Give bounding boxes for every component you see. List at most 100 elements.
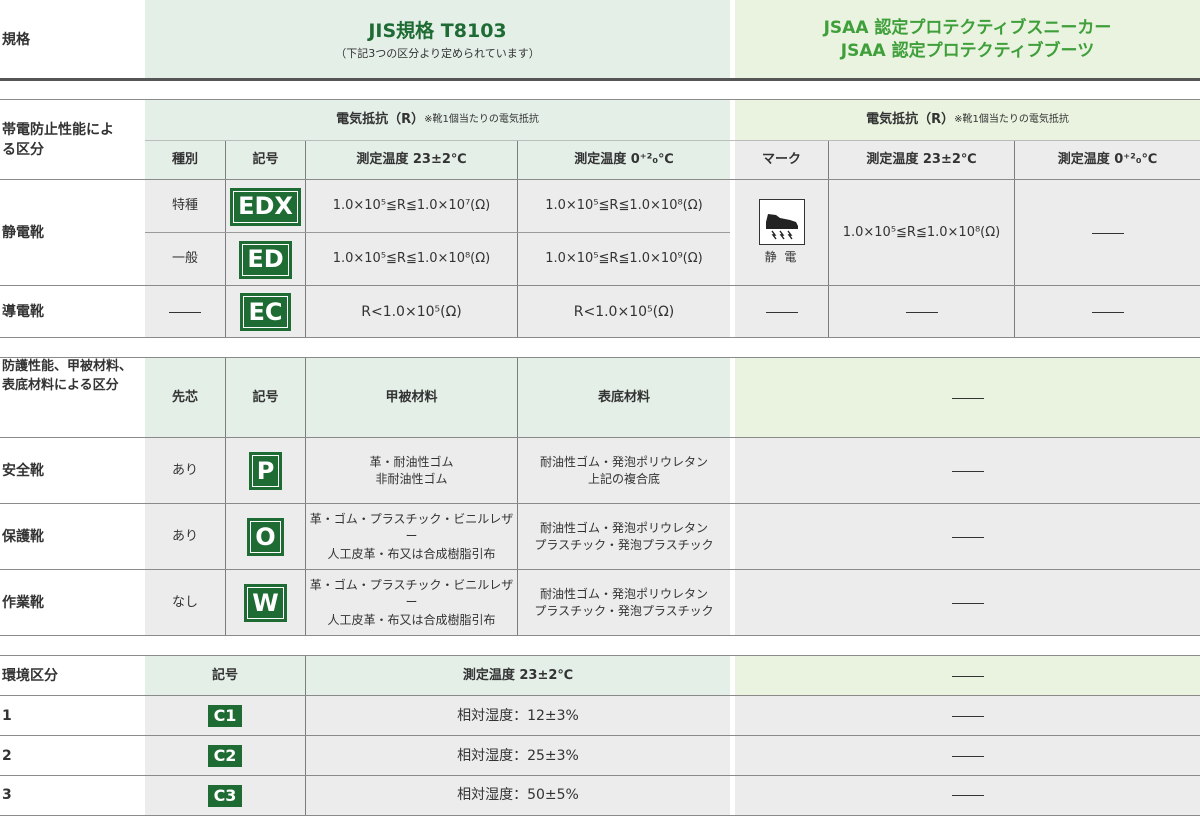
jsaa-c3 (735, 776, 1200, 815)
work-shoes-label: 作業靴 (2, 594, 44, 611)
dash (951, 397, 984, 399)
safety-sole-2: 上記の複合底 (587, 472, 660, 486)
jsaa-conductive-mark (735, 286, 828, 338)
jsaa-static-t23: 1.0×10⁵≦R≦1.0×10⁸(Ω) (828, 180, 1014, 286)
section2-label-2: 表底材料による区分 (2, 377, 119, 393)
subheader-line (145, 140, 1200, 141)
protective-sole-2: プラスチック・発泡プラスチック (534, 538, 714, 552)
jsaa-conductive-t0 (1014, 286, 1200, 338)
col-env-code: 記号 (145, 656, 305, 696)
w-code-badge: W (244, 584, 287, 622)
shoe-icon (765, 214, 798, 240)
col-jsaa-temp-0: 測定温度 0⁺²₀℃ (1014, 140, 1200, 180)
jsaa-c1 (735, 696, 1200, 736)
jsaa-c2 (735, 736, 1200, 776)
protective-upper-1: 革・ゴム・プラスチック・ビニルレザー (309, 511, 514, 544)
col-toe: 先芯 (145, 358, 225, 438)
jsaa-static-mark-cell: 静 電 (735, 180, 828, 286)
safety-upper-1: 革・耐油性ゴム (369, 454, 454, 469)
c1-code-cell: C1 (145, 696, 305, 736)
section1-label: 帯電防止性能による区分 (2, 121, 114, 158)
header-divider (0, 78, 1200, 81)
col-type: 種別 (145, 140, 225, 180)
work-upper-1: 革・ゴム・プラスチック・ビニルレザー (309, 577, 514, 610)
c2-code-cell: C2 (145, 736, 305, 776)
ed-code-badge: ED (239, 240, 292, 279)
w-code-cell: W (225, 570, 305, 636)
conductive-label: 導電靴 (2, 303, 44, 320)
c1-humidity: 相対湿度：12±3% (305, 696, 730, 736)
env-2-label: 2 (2, 747, 12, 764)
safety-toe: あり (145, 438, 225, 504)
static-mark-text: 静 電 (764, 250, 799, 265)
dash (951, 755, 984, 757)
edx-t23: 1.0×10⁵≦R≦1.0×10⁷(Ω) (305, 180, 517, 233)
col-temp-0: 測定温度 0⁺²₀℃ (517, 140, 730, 180)
col-upper: 甲被材料 (305, 358, 517, 438)
protective-sole: 耐油性ゴム・発泡ポリウレタン プラスチック・発泡プラスチック (517, 504, 730, 570)
jis-resistance-note: ※靴1個当たりの電気抵抗 (424, 113, 539, 125)
protective-sole-1: 耐油性ゴム・発泡ポリウレタン (539, 520, 708, 535)
dash (951, 715, 984, 717)
col-env-temp: 測定温度 23±2℃ (305, 656, 730, 696)
o-code-badge: O (247, 518, 284, 556)
jsaa-safety (735, 438, 1200, 504)
c2-humidity: 相対湿度：25±3% (305, 736, 730, 776)
c2-code-badge: C2 (207, 745, 243, 767)
p-code-badge: P (248, 452, 283, 490)
edx-t0: 1.0×10⁵≦R≦1.0×10⁸(Ω) (517, 180, 730, 233)
ec-t0: R<1.0×10⁵(Ω) (517, 286, 730, 338)
jsaa-static-t0 (1014, 180, 1200, 286)
protective-shoes-label: 保護靴 (2, 528, 44, 545)
col-jsaa-temp-23: 測定温度 23±2℃ (828, 140, 1014, 180)
c3-code-badge: C3 (207, 784, 243, 807)
safety-shoes-label: 安全靴 (2, 462, 44, 479)
safety-upper-2: 非耐油性ゴム (375, 472, 448, 486)
protective-upper: 革・ゴム・プラスチック・ビニルレザー 人工皮革・布又は合成樹脂引布 (305, 504, 517, 570)
ec-code-cell: EC (225, 286, 305, 338)
edx-code-cell: EDX (225, 180, 305, 233)
edx-code-badge: EDX (230, 187, 301, 226)
jsaa-protective (735, 504, 1200, 570)
dash (765, 311, 798, 313)
work-sole-1: 耐油性ゴム・発泡ポリウレタン (539, 586, 708, 601)
env-3-label: 3 (2, 787, 12, 804)
jis-title: JIS規格 T8103 (368, 20, 507, 43)
dash (905, 311, 938, 313)
conductive-type (145, 286, 225, 338)
env-1-label: 1 (2, 707, 12, 724)
c3-code-cell: C3 (145, 776, 305, 815)
work-toe: なし (145, 570, 225, 636)
jsaa-resistance-title: 電気抵抗（R） (866, 111, 955, 127)
col-code-2: 記号 (225, 358, 305, 438)
work-sole: 耐油性ゴム・発泡ポリウレタン プラスチック・発泡プラスチック (517, 570, 730, 636)
protective-upper-2: 人工皮革・布又は合成樹脂引布 (327, 546, 496, 561)
jsaa-resistance-note: ※靴1個当たりの電気抵抗 (954, 113, 1069, 125)
dash (951, 602, 984, 604)
section1-bottom-line (0, 337, 1200, 338)
jis-subtitle: （下記3つの区分より定められています） (335, 46, 540, 60)
section2-label: 防護性能、甲被材料、 表底材料による区分 (0, 358, 145, 438)
work-sole-2: プラスチック・発泡プラスチック (534, 604, 714, 618)
protective-toe: あり (145, 504, 225, 570)
c1-code-badge: C1 (207, 705, 243, 727)
dash (951, 536, 984, 538)
dash (169, 311, 201, 313)
col-code: 記号 (225, 140, 305, 180)
ed-code-cell: ED (225, 233, 305, 286)
work-upper: 革・ゴム・プラスチック・ビニルレザー 人工皮革・布又は合成樹脂引布 (305, 570, 517, 636)
safety-upper: 革・耐油性ゴム 非耐油性ゴム (305, 438, 517, 504)
jis-resistance-group: 電気抵抗（R） ※靴1個当たりの電気抵抗 (145, 100, 730, 140)
col-temp-23: 測定温度 23±2℃ (305, 140, 517, 180)
jis-resistance-title: 電気抵抗（R） (336, 111, 425, 127)
dash (1091, 232, 1124, 234)
safety-sole: 耐油性ゴム・発泡ポリウレタン 上記の複合底 (517, 438, 730, 504)
ec-t23: R<1.0×10⁵(Ω) (305, 286, 517, 338)
jis-header: JIS規格 T8103 （下記3つの区分より定められています） (145, 0, 730, 80)
o-code-cell: O (225, 504, 305, 570)
ed-t0: 1.0×10⁵≦R≦1.0×10⁹(Ω) (517, 233, 730, 286)
ec-code-badge: EC (240, 293, 291, 331)
dash (951, 795, 984, 796)
section2-bottom-line (0, 635, 1200, 636)
jsaa-resistance-group: 電気抵抗（R） ※靴1個当たりの電気抵抗 (735, 100, 1200, 140)
